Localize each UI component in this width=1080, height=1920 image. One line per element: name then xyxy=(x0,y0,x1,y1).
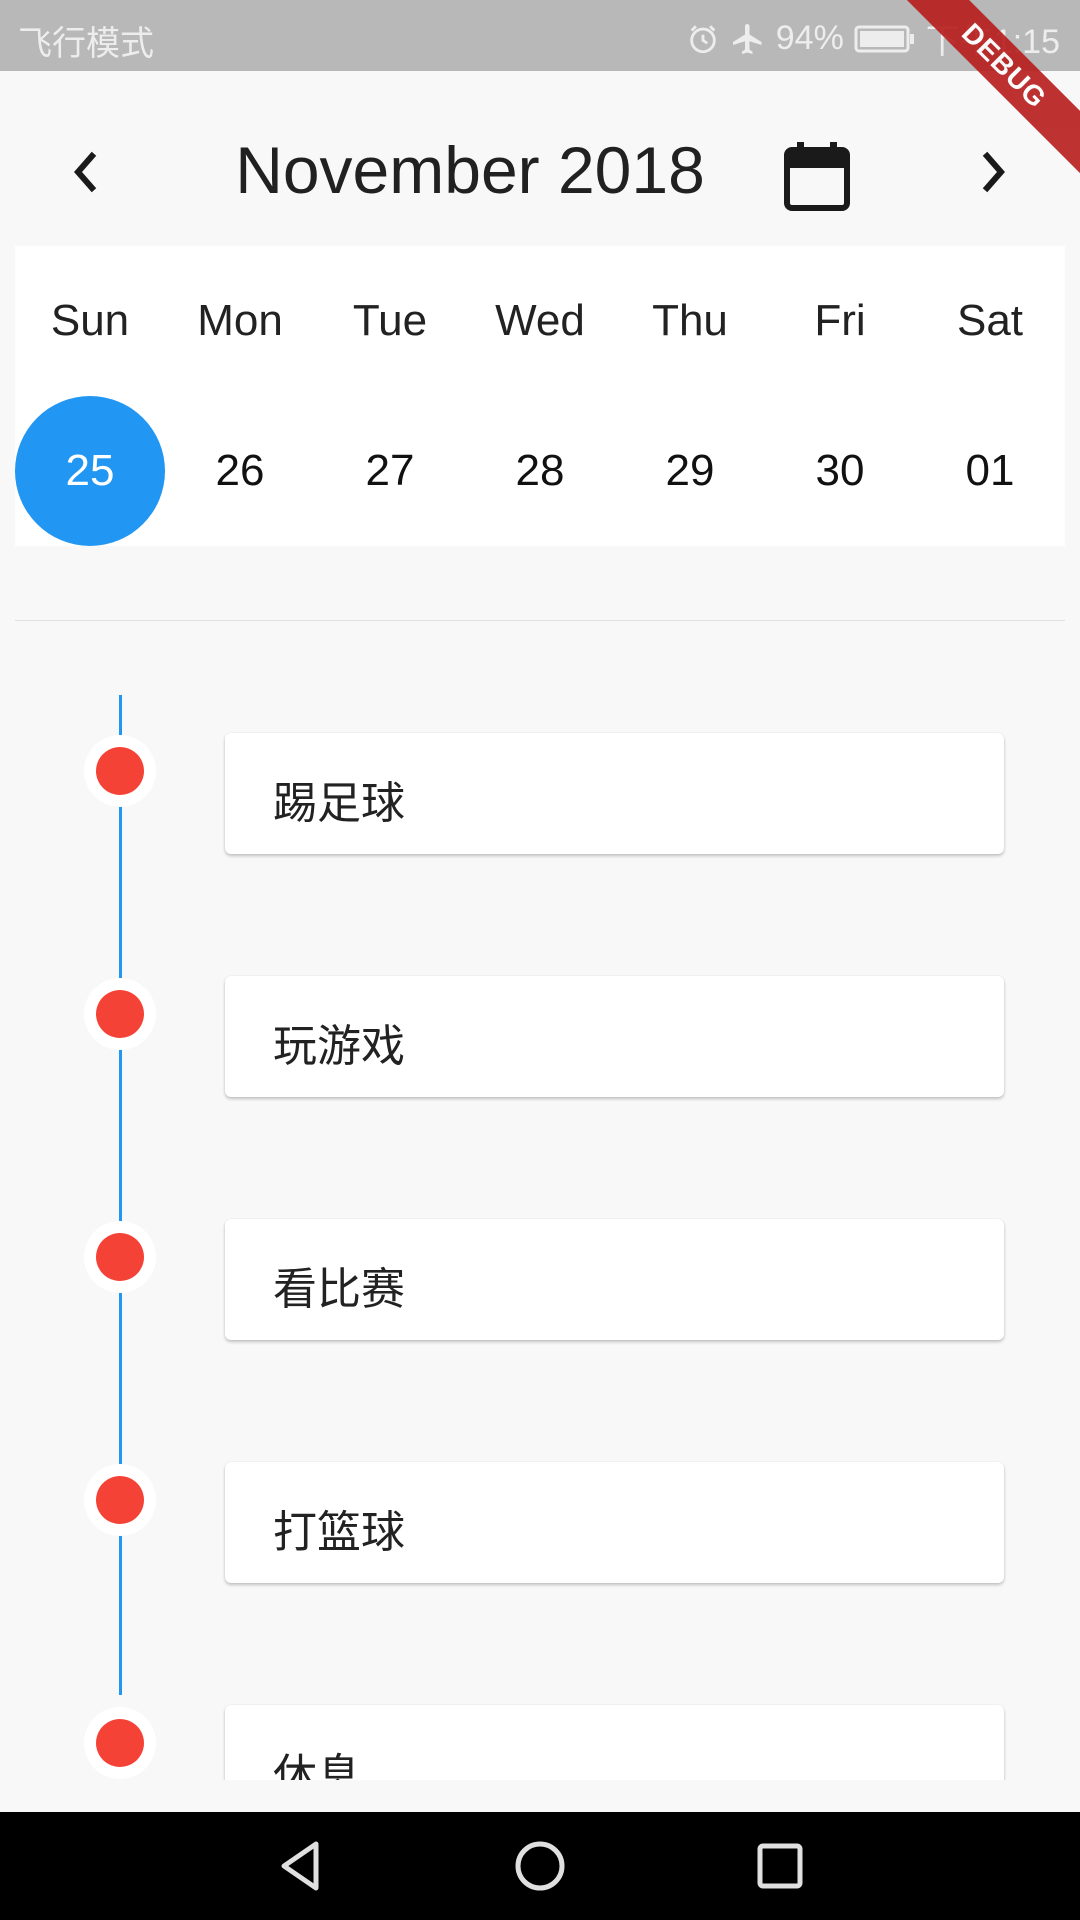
week-calendar: Sun Mon Tue Wed Thu Fri Sat 25 26 27 28 … xyxy=(15,246,1065,546)
alarm-icon xyxy=(690,24,716,53)
weekday-label: Wed xyxy=(495,296,585,345)
event-label: 看比赛 xyxy=(273,1265,405,1314)
event-card[interactable]: 休息 xyxy=(225,1705,1004,1780)
weekday-label: Sat xyxy=(956,296,1024,345)
timeline-item: 打篮球 xyxy=(0,1462,1080,1594)
dot-icon xyxy=(96,990,144,1038)
next-week-button[interactable] xyxy=(963,142,1023,202)
timeline-dot xyxy=(84,978,156,1050)
date-label: 27 xyxy=(365,446,415,495)
date-label: 25 xyxy=(65,446,115,495)
back-button[interactable] xyxy=(272,1838,328,1894)
event-card[interactable]: 看比赛 xyxy=(225,1219,1004,1340)
weekday-label: Sun xyxy=(50,296,130,345)
airplane-mode-label: 飞行模式 xyxy=(18,25,154,63)
timeline-item: 踢足球 xyxy=(0,733,1080,865)
date-label: 29 xyxy=(665,446,715,495)
dot-icon xyxy=(96,747,144,795)
weekday-row: Sun Mon Tue Wed Thu Fri Sat xyxy=(15,286,1065,356)
calendar-icon xyxy=(784,142,850,211)
event-label: 休息 xyxy=(273,1751,361,1780)
timeline-item: 看比赛 xyxy=(0,1219,1080,1351)
timeline-dot xyxy=(84,1707,156,1779)
divider xyxy=(15,620,1065,621)
date-label: 01 xyxy=(965,446,1015,495)
previous-week-button[interactable] xyxy=(56,142,116,202)
date-cell[interactable]: 28 xyxy=(465,396,615,546)
date-cell[interactable]: 26 xyxy=(165,396,315,546)
date-row: 25 26 27 28 29 30 01 xyxy=(15,396,1065,546)
home-button[interactable] xyxy=(512,1838,568,1894)
weekday-label: Fri xyxy=(814,296,866,345)
event-card[interactable]: 打篮球 xyxy=(225,1462,1004,1583)
date-label: 26 xyxy=(215,446,265,495)
weekday-label: Mon xyxy=(197,296,283,345)
timeline-dot xyxy=(84,1464,156,1536)
battery-icon xyxy=(854,25,914,52)
timeline-item: 玩游戏 xyxy=(0,976,1080,1108)
event-label: 打篮球 xyxy=(273,1508,405,1557)
chevron-left-icon xyxy=(74,151,97,193)
date-cell-selected[interactable]: 25 xyxy=(15,396,165,546)
battery-percent: 94% xyxy=(775,19,844,57)
weekday-label: Tue xyxy=(352,296,428,345)
event-card[interactable]: 踢足球 xyxy=(225,733,1004,854)
timeline-dot xyxy=(84,1221,156,1293)
date-cell[interactable]: 27 xyxy=(315,396,465,546)
event-label: 踢足球 xyxy=(273,779,405,828)
date-cell[interactable]: 30 xyxy=(765,396,915,546)
back-icon xyxy=(281,1841,319,1891)
event-label: 玩游戏 xyxy=(273,1022,405,1071)
date-cell[interactable]: 01 xyxy=(915,396,1065,546)
system-nav-bar xyxy=(0,1812,1080,1920)
dot-icon xyxy=(96,1719,144,1767)
airplane-icon xyxy=(732,23,762,54)
calendar-button[interactable] xyxy=(783,140,851,212)
chevron-right-icon xyxy=(982,151,1005,193)
date-label: 28 xyxy=(515,446,565,495)
date-label: 30 xyxy=(815,446,865,495)
dot-icon xyxy=(96,1476,144,1524)
date-cell[interactable]: 29 xyxy=(615,396,765,546)
event-card[interactable]: 玩游戏 xyxy=(225,976,1004,1097)
month-title: November 2018 xyxy=(235,133,705,207)
recents-button[interactable] xyxy=(752,1838,808,1894)
dot-icon xyxy=(96,1233,144,1281)
weekday-label: Thu xyxy=(652,296,728,345)
timeline-item: 休息 xyxy=(0,1705,1080,1780)
event-timeline[interactable]: 踢足球 玩游戏 看比赛 打篮球 休息 xyxy=(0,690,1080,1780)
home-icon xyxy=(515,1841,565,1891)
timeline-dot xyxy=(84,735,156,807)
calendar-header: November 2018 xyxy=(0,110,1080,240)
recents-icon xyxy=(757,1843,803,1889)
